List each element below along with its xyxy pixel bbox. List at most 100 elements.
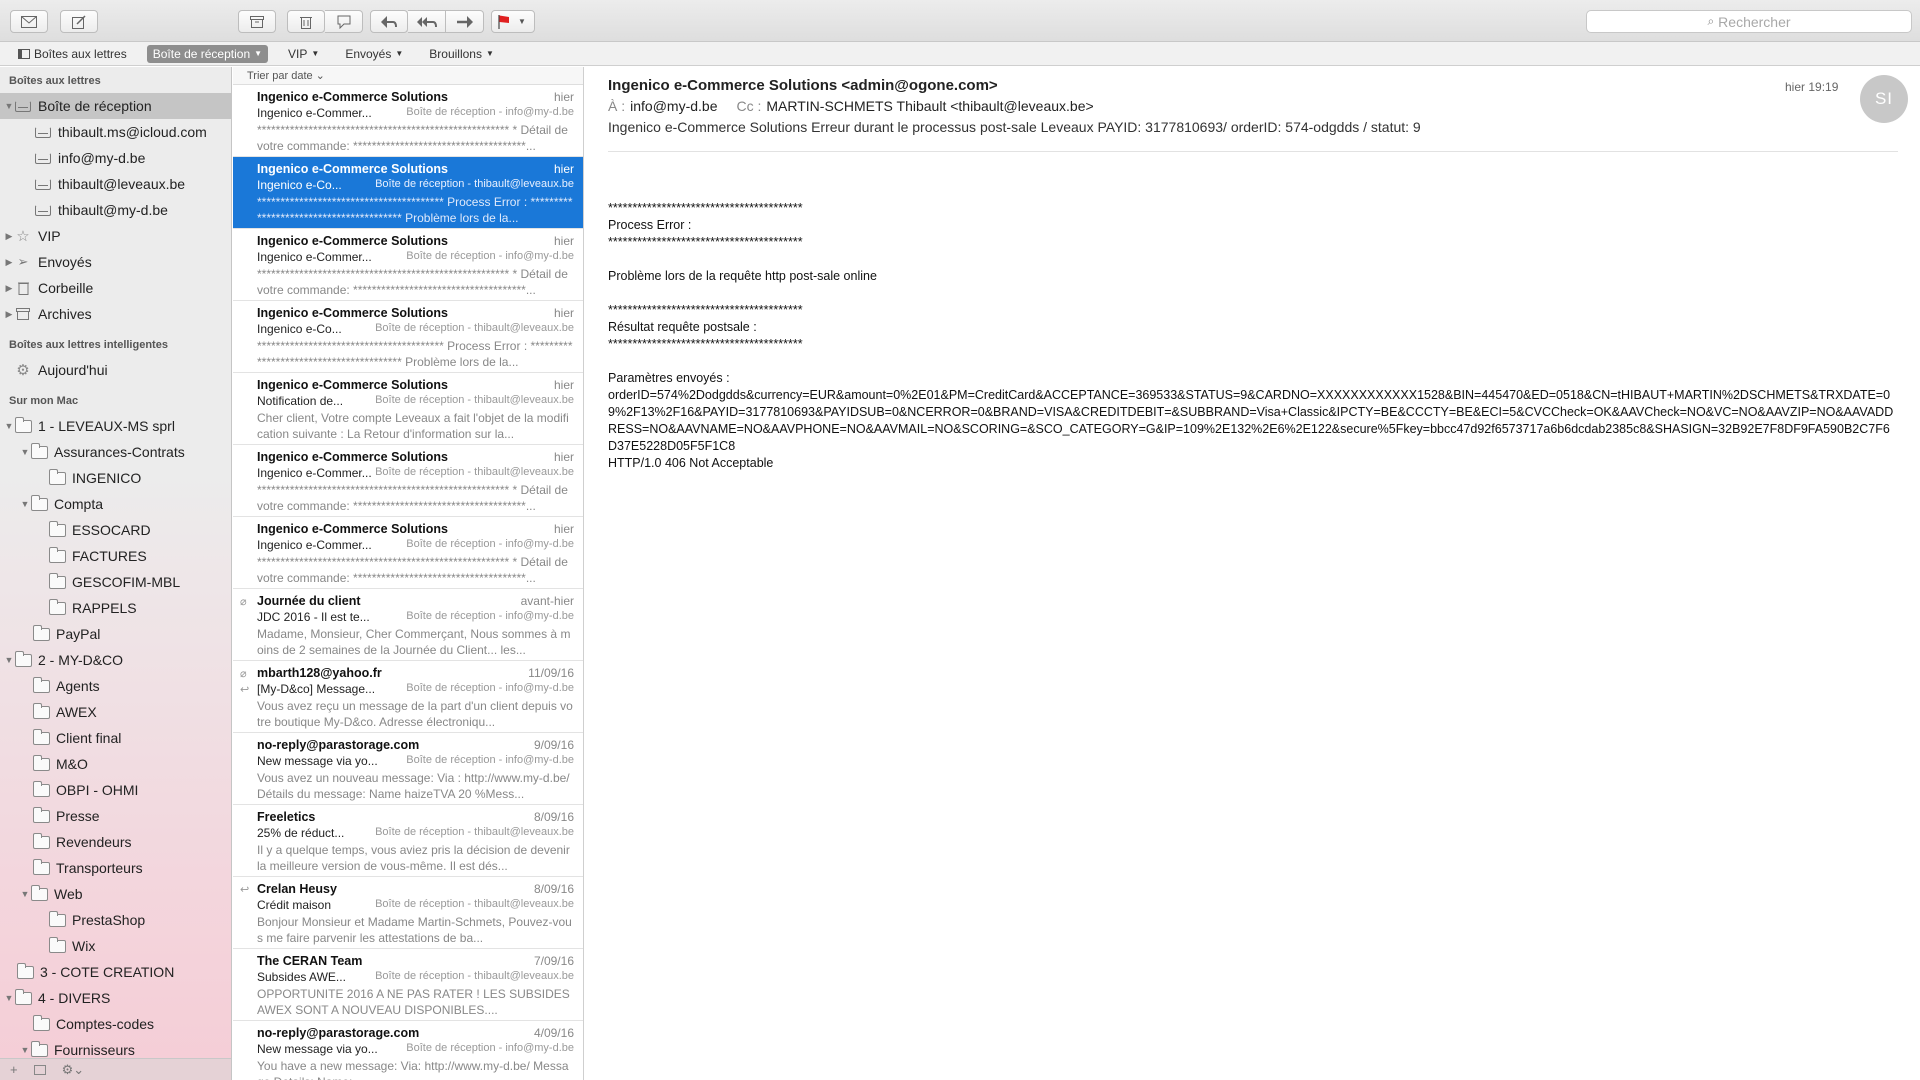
disclosure-closed-icon[interactable]: ▶ — [4, 283, 14, 294]
sidebar-folder-ingenico[interactable]: INGENICO — [0, 465, 231, 491]
sidebar-folder-obpi[interactable]: OBPI - OHMI — [0, 777, 231, 803]
sidebar-item-label: thibault@leveaux.be — [58, 176, 186, 192]
archive-button[interactable] — [238, 10, 276, 33]
inbox-icon — [34, 203, 52, 217]
sidebar-folder-4[interactable]: ▼ 4 - DIVERS — [0, 985, 231, 1011]
sidebar-folder-factures[interactable]: FACTURES — [0, 543, 231, 569]
flag-menu-icon[interactable]: ▼ — [518, 17, 526, 26]
search-field[interactable]: ⌕ Rechercher — [1586, 10, 1912, 33]
junk-button[interactable] — [325, 10, 363, 33]
sidebar-folder-assurances[interactable]: ▼ Assurances-Contrats — [0, 439, 231, 465]
disclosure-closed-icon[interactable]: ▶ — [4, 309, 14, 320]
reply-button[interactable] — [370, 10, 408, 33]
list-item[interactable]: Freeletics 8/09/16 25% de réduct... Boîte … — [233, 805, 583, 877]
sidebar-item-account[interactable]: info@my-d.be — [0, 145, 231, 171]
list-item[interactable]: ⌀ ↩ mbarth128@yahoo.fr 11/09/16 [My-D&co]… — [233, 661, 583, 733]
sidebar-folder-2[interactable]: ▼ 2 - MY-D&CO — [0, 647, 231, 673]
forward-button[interactable] — [446, 10, 484, 33]
sidebar-item-archives[interactable]: ▶ Archives — [0, 301, 231, 327]
fav-inbox[interactable]: Boîte de réception ▼ — [146, 44, 269, 63]
sidebar-folder-1[interactable]: ▼ 1 - LEVEAUX-MS sprl — [0, 413, 231, 439]
list-item[interactable]: Ingenico e-Commerce Solutions hier Notifi… — [233, 373, 583, 445]
sidebar-folder-mo[interactable]: M&O — [0, 751, 231, 777]
sidebar-item-label: info@my-d.be — [58, 150, 146, 166]
fav-drafts[interactable]: Brouillons ▼ — [423, 45, 500, 63]
sidebar-folder-client-final[interactable]: Client final — [0, 725, 231, 751]
message-body: ****************************************… — [608, 200, 1898, 472]
attachment-icon: ⌀ — [240, 668, 247, 680]
get-mail-button[interactable] — [10, 10, 48, 33]
disclosure-open-icon[interactable]: ▼ — [4, 993, 14, 1003]
message-sender: Ingenico e-Commerce Solutions — [257, 234, 449, 248]
sort-menu[interactable]: Trier par date ⌄ — [233, 67, 583, 85]
body-line — [608, 251, 1898, 268]
sidebar-folder-gescofim[interactable]: GESCOFIM-MBL — [0, 569, 231, 595]
show-activity-button[interactable] — [33, 1064, 46, 1075]
disclosure-open-icon[interactable]: ▼ — [20, 889, 30, 899]
message-preview: ****************************************… — [257, 195, 573, 225]
body-line: Process Error : — [608, 218, 692, 232]
list-item[interactable]: ⌀ Journée du client avant-hier JDC 2016 -… — [233, 589, 583, 661]
sidebar-folder-awex[interactable]: AWEX — [0, 699, 231, 725]
delete-button[interactable] — [287, 10, 325, 33]
sidebar-folder-3[interactable]: 3 - COTE CREATION — [0, 959, 231, 985]
sidebar-item-vip[interactable]: ▶ ☆ VIP — [0, 223, 231, 249]
sidebar-folder-revendeurs[interactable]: Revendeurs — [0, 829, 231, 855]
disclosure-open-icon[interactable]: ▼ — [4, 101, 14, 111]
reply-all-button[interactable] — [408, 10, 446, 33]
fav-mailboxes-label: Boîtes aux lettres — [34, 46, 127, 61]
sidebar-item-today[interactable]: ⚙ Aujourd'hui — [0, 357, 231, 383]
gear-menu-button[interactable]: ⚙⌄ — [62, 1062, 85, 1078]
message-preview: Il y a quelque temps, vous aviez pris la… — [257, 843, 570, 873]
sidebar-folder-wix[interactable]: Wix — [0, 933, 231, 959]
sidebar-item-sent[interactable]: ▶ ➢ Envoyés — [0, 249, 231, 275]
to-address[interactable]: info@my-d.be — [630, 98, 717, 114]
sidebar-item-account[interactable]: thibault.ms@icloud.com — [0, 119, 231, 145]
cc-address[interactable]: MARTIN-SCHMETS Thibault <thibault@leveau… — [766, 98, 1093, 114]
sidebar-item-account[interactable]: thibault@my-d.be — [0, 197, 231, 223]
disclosure-open-icon[interactable]: ▼ — [20, 447, 30, 457]
add-mailbox-button[interactable]: + — [10, 1062, 18, 1077]
list-item[interactable]: ↩ Crelan Heusy 8/09/16 Crédit maison Boîte… — [233, 877, 583, 949]
disclosure-closed-icon[interactable]: ▶ — [4, 231, 14, 242]
sidebar-folder-web[interactable]: ▼ Web — [0, 881, 231, 907]
fav-sent[interactable]: Envoyés ▼ — [339, 45, 409, 63]
sidebar-folder-prestashop[interactable]: PrestaShop — [0, 907, 231, 933]
list-item[interactable]: no-reply@parastorage.com 4/09/16 New mess… — [233, 1021, 583, 1080]
list-item[interactable]: no-reply@parastorage.com 9/09/16 New mess… — [233, 733, 583, 805]
fav-vip[interactable]: VIP ▼ — [282, 45, 325, 63]
sidebar-folder-presse[interactable]: Presse — [0, 803, 231, 829]
list-item[interactable]: Ingenico e-Commerce Solutions hier Ingeni… — [233, 445, 583, 517]
disclosure-open-icon[interactable]: ▼ — [20, 499, 30, 509]
folder-icon — [48, 936, 66, 953]
list-item[interactable]: The CERAN Team 7/09/16 Subsides AWE... Boî… — [233, 949, 583, 1021]
sidebar-folder-essocard[interactable]: ESSOCARD — [0, 517, 231, 543]
message-from[interactable]: Ingenico e-Commerce Solutions <admin@ogo… — [608, 77, 998, 94]
disclosure-closed-icon[interactable]: ▶ — [4, 257, 14, 268]
message-date: hier — [553, 378, 574, 392]
sidebar-item-label: INGENICO — [72, 470, 142, 486]
disclosure-open-icon[interactable]: ▼ — [20, 1045, 30, 1055]
message-date: hier — [553, 306, 574, 320]
sidebar-folder-rappels[interactable]: RAPPELS — [0, 595, 231, 621]
sidebar-folder-paypal[interactable]: PayPal — [0, 621, 231, 647]
sidebar-folder-compta[interactable]: ▼ Compta — [0, 491, 231, 517]
list-item[interactable]: Ingenico e-Commerce Solutions hier Ingeni… — [233, 517, 583, 589]
list-item[interactable]: Ingenico e-Commerce Solutions hier Ingeni… — [233, 85, 583, 157]
disclosure-open-icon[interactable]: ▼ — [4, 655, 14, 665]
compose-button[interactable] — [60, 10, 98, 33]
sidebar-folder-comptes-codes[interactable]: Comptes-codes — [0, 1011, 231, 1037]
list-item-selected[interactable]: Ingenico e-Commerce Solutions hier Ingeni… — [233, 157, 583, 229]
list-item[interactable]: Ingenico e-Commerce Solutions hier Ingeni… — [233, 301, 583, 373]
sidebar-folder-transporteurs[interactable]: Transporteurs — [0, 855, 231, 881]
message-time: hier 19:19 — [1785, 80, 1839, 94]
list-item[interactable]: Ingenico e-Commerce Solutions hier Ingeni… — [233, 229, 583, 301]
sidebar-item-inbox[interactable]: ▼ Boîte de réception — [0, 93, 231, 119]
disclosure-open-icon[interactable]: ▼ — [4, 421, 14, 431]
flag-button[interactable]: ▼ — [491, 10, 535, 33]
sidebar-folder-agents[interactable]: Agents — [0, 673, 231, 699]
sidebar-item-account[interactable]: thibault@leveaux.be — [0, 171, 231, 197]
search-placeholder: Rechercher — [1718, 13, 1791, 30]
sidebar-item-trash[interactable]: ▶ Corbeille — [0, 275, 231, 301]
fav-mailboxes[interactable]: Boîtes aux lettres — [12, 45, 133, 63]
